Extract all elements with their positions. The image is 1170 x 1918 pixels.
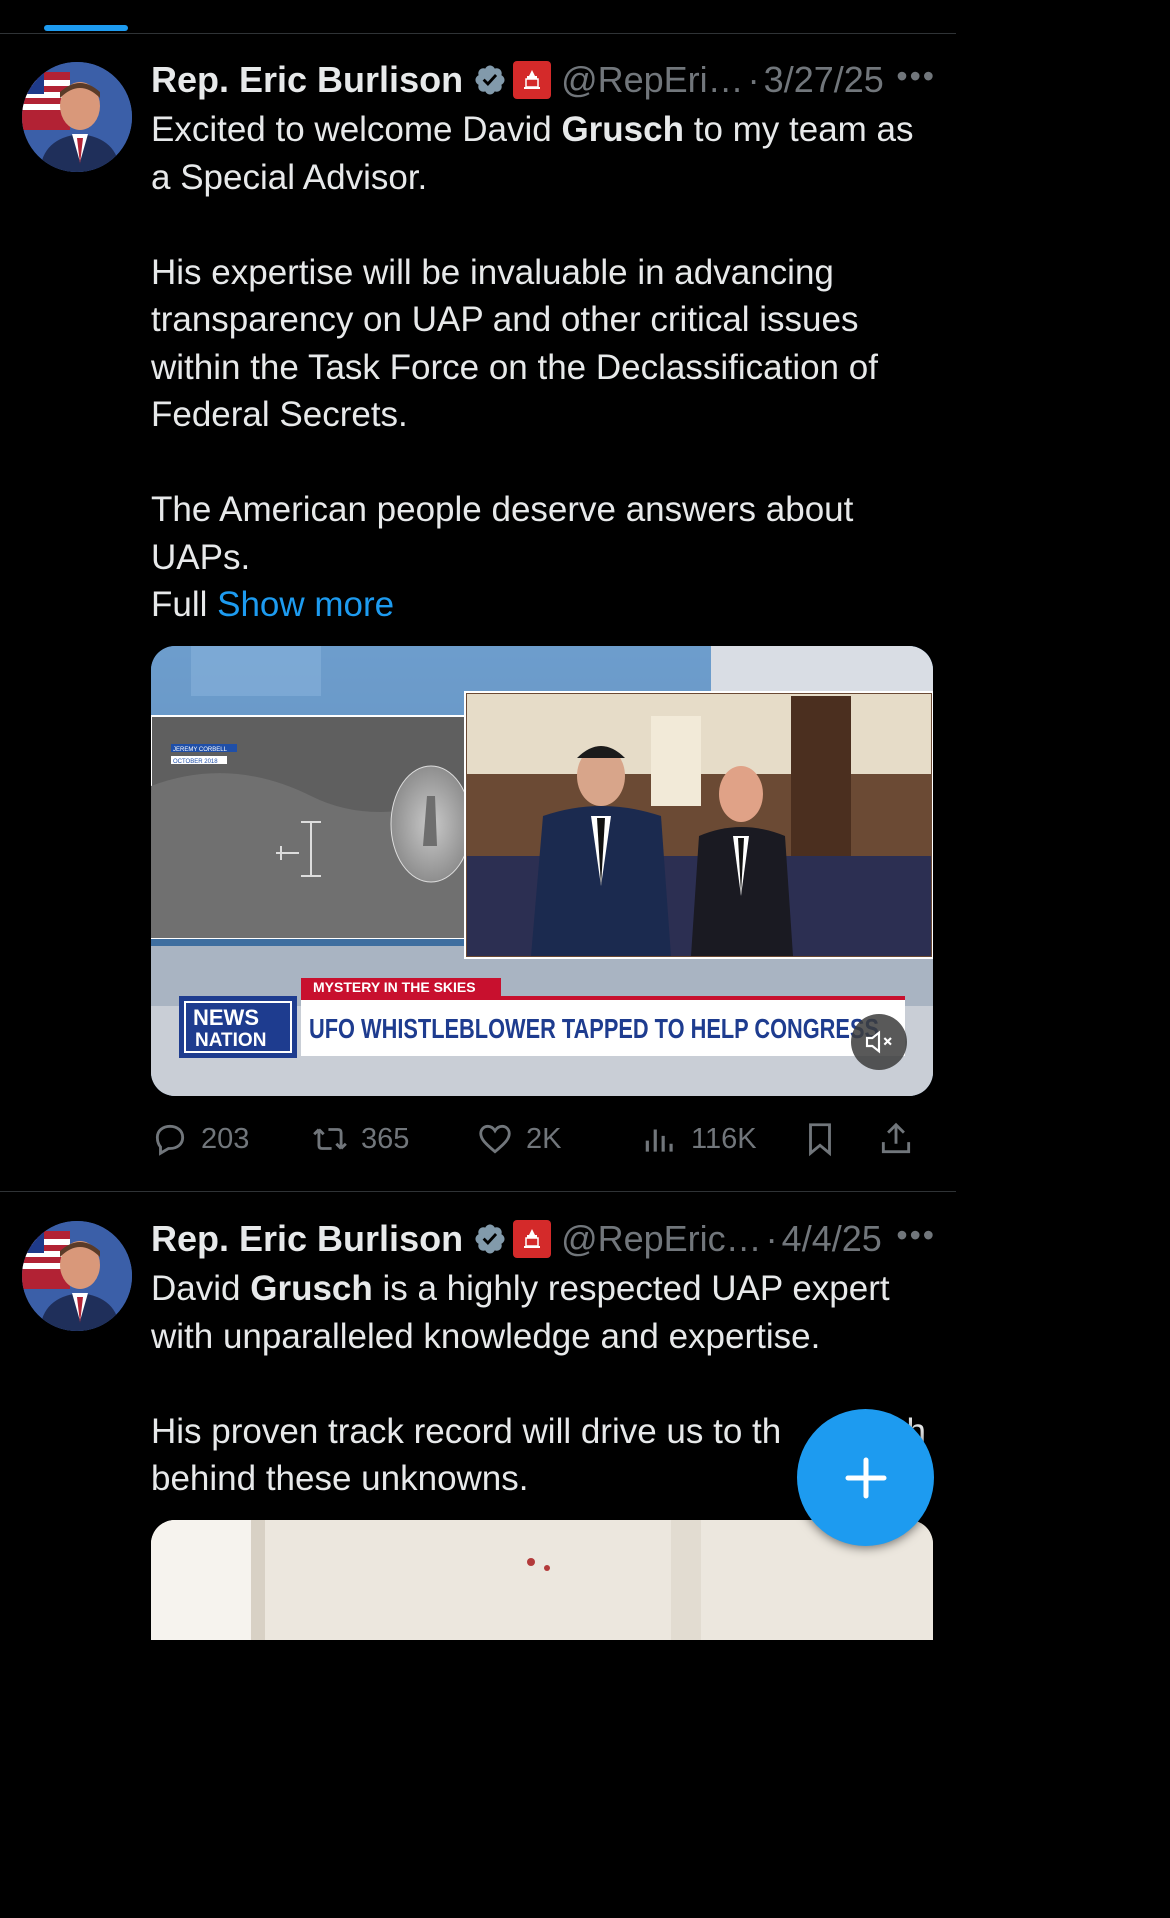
logo-nation: NATION <box>195 1030 266 1051</box>
repost-icon <box>313 1128 347 1150</box>
verified-badge-icon <box>475 65 505 95</box>
affiliation-badge-icon[interactable] <box>513 61 552 99</box>
author-handle[interactable]: @RepEric… <box>561 1218 762 1260</box>
reply-count: 203 <box>201 1122 250 1155</box>
tweet-paragraph: His expertise will be invaluable in adva… <box>151 252 878 435</box>
bookmark-button[interactable] <box>801 1120 877 1158</box>
video-thumbnail: JEREMY CORBELL OCTOBER 2018 MYSTERY IN T… <box>151 646 933 1096</box>
views-icon <box>645 1129 673 1152</box>
reply-icon <box>155 1124 185 1156</box>
inset-label-name: JEREMY CORBELL <box>173 747 228 753</box>
separator: · <box>765 1218 778 1259</box>
avatar[interactable] <box>22 62 132 172</box>
avatar-image <box>22 1221 132 1331</box>
tweet-text-part: Full <box>151 585 218 624</box>
tweet-text-part: Excited to welcome David <box>151 110 562 149</box>
author-name[interactable]: Rep. Eric Burlison <box>151 59 463 101</box>
active-tab-indicator <box>44 25 128 31</box>
avatar[interactable] <box>22 1221 132 1331</box>
avatar-image <box>22 62 132 172</box>
like-button[interactable]: 2K <box>476 1120 641 1158</box>
tweet-header: Rep. Eric Burlison @RepEri… · 3/27/25 ••… <box>151 58 936 102</box>
banner-kicker: MYSTERY IN THE SKIES <box>313 979 476 995</box>
tweet-date[interactable]: 4/4/25 <box>782 1218 882 1260</box>
tweet-image[interactable] <box>151 1520 933 1640</box>
author-name[interactable]: Rep. Eric Burlison <box>151 1218 463 1260</box>
tweet-actions: 203 365 2K 116K <box>151 1114 934 1164</box>
video-headline: UFO WHISTLEBLOWER TAPPED TO HELP CONGRES… <box>309 1013 879 1044</box>
like-count: 2K <box>526 1122 562 1155</box>
tweet-text: Excited to welcome David Grusch to my te… <box>151 106 932 629</box>
plus-icon <box>845 1457 886 1498</box>
tweet-header: Rep. Eric Burlison @RepEric… · 4/4/25 ••… <box>151 1217 936 1261</box>
image-thumbnail <box>151 1520 933 1640</box>
muted-speaker-icon <box>865 1030 892 1054</box>
share-icon <box>881 1122 911 1154</box>
affiliation-badge-icon[interactable] <box>513 1220 552 1258</box>
video-player[interactable]: JEREMY CORBELL OCTOBER 2018 MYSTERY IN T… <box>151 646 933 1096</box>
views-count: 116K <box>691 1122 757 1155</box>
verified-badge-icon <box>475 1224 505 1254</box>
heart-icon <box>479 1124 511 1154</box>
compose-button[interactable] <box>797 1409 934 1546</box>
inset-label-date: OCTOBER 2018 <box>173 759 218 765</box>
author-handle[interactable]: @RepEri… <box>561 59 744 101</box>
mute-button[interactable] <box>851 1014 907 1070</box>
repost-button[interactable]: 365 <box>311 1120 476 1158</box>
share-button[interactable] <box>877 1120 915 1158</box>
top-tab-bar <box>0 0 956 34</box>
logo-news: NEWS <box>193 1005 259 1030</box>
tweet-text-part: David <box>151 1269 251 1308</box>
bookmark-icon <box>809 1123 831 1157</box>
views-button[interactable]: 116K <box>641 1120 801 1158</box>
tweet-paragraph: The American people deserve answers abou… <box>151 490 854 577</box>
more-options-icon[interactable]: ••• <box>896 58 936 95</box>
tweet[interactable]: Rep. Eric Burlison @RepEri… · 3/27/25 ••… <box>0 34 956 1192</box>
reply-button[interactable]: 203 <box>151 1120 311 1158</box>
tweet-text-part: His proven track record will drive us to… <box>151 1411 782 1451</box>
tweet-text-bold: Grusch <box>250 1269 373 1308</box>
show-more-link[interactable]: Show more <box>217 585 394 624</box>
separator: · <box>747 59 760 100</box>
tweet-text-bold: Grusch <box>561 110 684 149</box>
repost-count: 365 <box>361 1122 410 1155</box>
more-options-icon[interactable]: ••• <box>896 1217 936 1254</box>
tweet-date[interactable]: 3/27/25 <box>764 59 884 101</box>
